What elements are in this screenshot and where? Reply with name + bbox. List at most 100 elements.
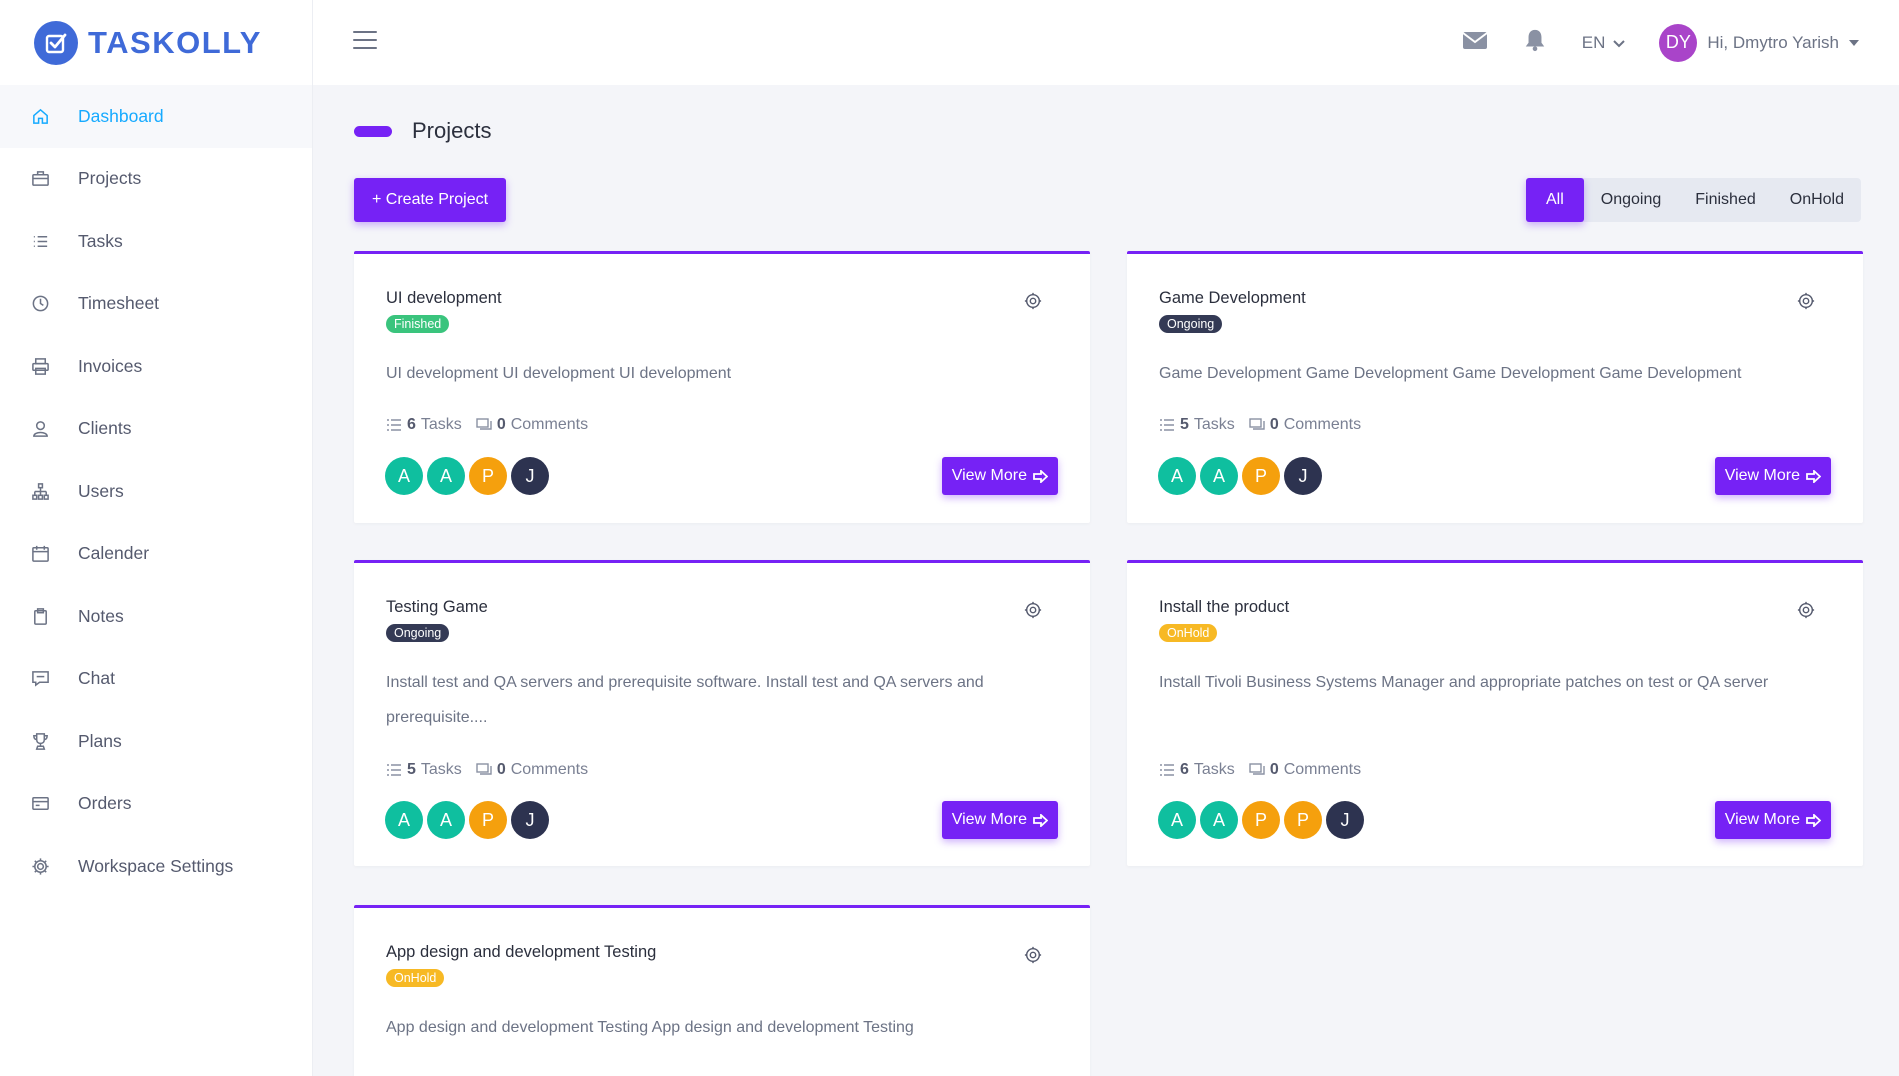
status-badge: Ongoing	[386, 624, 450, 642]
avatar[interactable]: P	[1242, 801, 1280, 839]
avatar[interactable]: A	[1158, 801, 1196, 839]
project-card: Install the product OnHold Install Tivol…	[1127, 560, 1863, 866]
comment-icon	[1249, 418, 1265, 430]
project-title[interactable]: App design and development Testing	[386, 943, 656, 962]
avatar[interactable]: J	[511, 801, 549, 839]
sidebar-item-notes[interactable]: Notes	[0, 585, 312, 648]
list-icon	[387, 419, 401, 431]
sidebar-item-plans[interactable]: Plans	[0, 710, 312, 773]
tasks-count: 5 Tasks	[386, 761, 462, 779]
trophy-icon	[30, 731, 50, 751]
status-badge: Finished	[386, 315, 450, 333]
gear-icon[interactable]	[1024, 601, 1042, 619]
avatar[interactable]: A	[385, 801, 423, 839]
sidebar-item-label: Notes	[78, 605, 124, 626]
sidebar-item-label: Timesheet	[78, 293, 160, 314]
comments-count: 0 Comments	[476, 416, 588, 434]
avatar[interactable]: J	[511, 457, 549, 495]
project-card: App design and development Testing OnHol…	[354, 905, 1090, 1076]
sidebar-item-orders[interactable]: Orders	[0, 773, 312, 836]
brand[interactable]: TASKOLLY	[0, 0, 312, 85]
project-card: Game Development Ongoing Game Developmen…	[1127, 251, 1863, 523]
view-more-button[interactable]: View More	[1714, 457, 1831, 495]
avatar[interactable]: J	[1326, 801, 1364, 839]
language-selector[interactable]: EN	[1582, 33, 1626, 53]
sidebar-item-projects[interactable]: Projects	[0, 148, 312, 211]
arrow-right-icon	[1806, 469, 1821, 483]
member-avatars: A A P P J	[1158, 801, 1364, 839]
view-more-button[interactable]: View More	[1714, 801, 1831, 839]
sidebar-item-tasks[interactable]: Tasks	[0, 210, 312, 273]
comments-count: 0 Comments	[1249, 761, 1361, 779]
hamburger-menu-icon[interactable]	[353, 31, 377, 49]
gear-icon[interactable]	[1024, 946, 1042, 964]
project-meta: 6 Tasks 0 Comments	[386, 416, 588, 434]
sidebar-item-label: Invoices	[78, 355, 143, 376]
sitemap-icon	[30, 481, 50, 501]
avatar[interactable]: A	[1200, 801, 1238, 839]
project-title[interactable]: Install the product	[1159, 598, 1289, 617]
filter-onhold-button[interactable]: OnHold	[1773, 178, 1861, 222]
filter-ongoing-button[interactable]: Ongoing	[1584, 178, 1679, 222]
avatar[interactable]: P	[1242, 457, 1280, 495]
sidebar-item-users[interactable]: Users	[0, 460, 312, 523]
sidebar-item-calender[interactable]: Calender	[0, 523, 312, 586]
avatar[interactable]: A	[427, 801, 465, 839]
create-project-button[interactable]: + Create Project	[354, 178, 507, 222]
sidebar-item-chat[interactable]: Chat	[0, 648, 312, 711]
bell-icon[interactable]	[1522, 28, 1548, 57]
avatar[interactable]: P	[469, 801, 507, 839]
comment-icon	[476, 763, 492, 775]
tasks-count: 6 Tasks	[386, 416, 462, 434]
sidebar-item-clients[interactable]: Clients	[0, 398, 312, 461]
project-meta: 5 Tasks 0 Comments	[1159, 416, 1361, 434]
project-description: App design and development Testing App d…	[386, 1019, 914, 1036]
sidebar-item-label: Plans	[78, 730, 122, 751]
gear-icon[interactable]	[1797, 292, 1815, 310]
avatar[interactable]: A	[427, 457, 465, 495]
brand-logo-icon	[34, 20, 78, 65]
status-badge: OnHold	[1159, 624, 1218, 642]
project-description: UI development UI development UI develop…	[386, 365, 732, 382]
project-title[interactable]: Game Development	[1159, 289, 1306, 308]
project-title[interactable]: Testing Game	[386, 598, 488, 617]
tasks-count: 5 Tasks	[1159, 416, 1235, 434]
filter-finished-button[interactable]: Finished	[1678, 178, 1772, 222]
sidebar-item-timesheet[interactable]: Timesheet	[0, 273, 312, 336]
avatar[interactable]: A	[385, 457, 423, 495]
avatar[interactable]: J	[1284, 457, 1322, 495]
project-description: Game Development Game Development Game D…	[1159, 365, 1742, 382]
chat-icon	[30, 669, 50, 689]
view-more-button[interactable]: View More	[941, 801, 1058, 839]
sidebar-item-dashboard[interactable]: Dashboard	[0, 85, 312, 148]
user-menu[interactable]: DY Hi, Dmytro Yarish	[1659, 23, 1859, 62]
avatar[interactable]: A	[1158, 457, 1196, 495]
comments-count: 0 Comments	[476, 761, 588, 779]
avatar[interactable]: P	[469, 457, 507, 495]
sidebar-item-invoices[interactable]: Invoices	[0, 335, 312, 398]
comment-icon	[1249, 763, 1265, 775]
project-card: Testing Game Ongoing Install test and QA…	[354, 560, 1090, 866]
avatar[interactable]: A	[1200, 457, 1238, 495]
sidebar-item-label: Dashboard	[78, 105, 164, 126]
view-more-button[interactable]: View More	[941, 457, 1058, 495]
sidebar-item-label: Orders	[78, 793, 132, 814]
mail-icon[interactable]	[1462, 28, 1488, 57]
sidebar-item-workspace-settings[interactable]: Workspace Settings	[0, 835, 312, 898]
top-header: EN DY Hi, Dmytro Yarish	[313, 0, 1899, 85]
project-title[interactable]: UI development	[386, 289, 502, 308]
page-title-wrap: Projects	[354, 118, 491, 144]
list-icon	[387, 764, 401, 776]
project-card: UI development Finished UI development U…	[354, 251, 1090, 523]
avatar[interactable]: P	[1284, 801, 1322, 839]
filter-all-button[interactable]: All	[1525, 178, 1584, 222]
printer-icon	[30, 356, 50, 376]
comment-icon	[476, 418, 492, 430]
gear-icon[interactable]	[1024, 292, 1042, 310]
member-avatars: A A P J	[385, 457, 549, 495]
status-badge: Ongoing	[1159, 315, 1223, 333]
gear-icon[interactable]	[1797, 601, 1815, 619]
brand-name: TASKOLLY	[88, 24, 262, 60]
sidebar-item-label: Clients	[78, 418, 132, 439]
sidebar-item-label: Chat	[78, 668, 115, 689]
